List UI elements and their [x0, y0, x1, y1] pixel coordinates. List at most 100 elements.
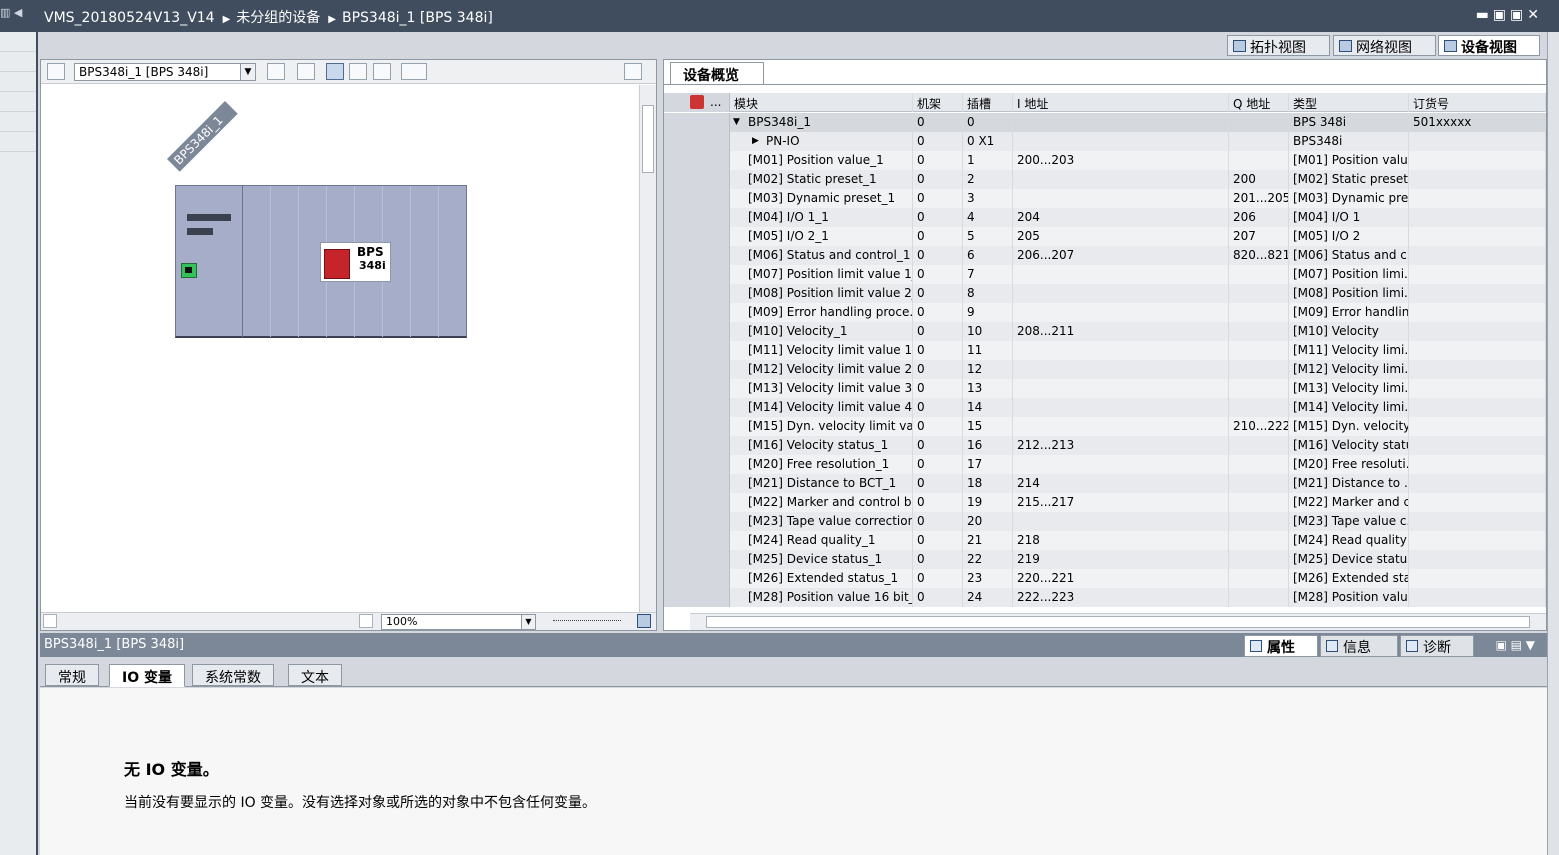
table-row[interactable]: [M11] Velocity limit value 1_1 0 11 [M11] V… — [664, 341, 1546, 360]
table-row[interactable]: [M04] I/O 1_1 0 4 204 206 [M04] I/O 1 — [664, 208, 1546, 227]
cell-type[interactable]: [M28] Position valu... — [1289, 588, 1409, 607]
col-order-number[interactable]: 订货号 — [1409, 93, 1546, 112]
cell-type[interactable]: [M04] I/O 1 — [1289, 208, 1409, 227]
cell-slot[interactable]: 6 — [963, 246, 1013, 265]
cell-slot[interactable]: 7 — [963, 265, 1013, 284]
table-row[interactable]: [M23] Tape value correction... 0 20 [M23] T… — [664, 512, 1546, 531]
cell-order-number[interactable] — [1409, 493, 1546, 512]
cell-q-address[interactable] — [1229, 379, 1289, 398]
cell-q-address[interactable]: 207 — [1229, 227, 1289, 246]
cell-rack[interactable]: 0 — [913, 588, 963, 607]
cell-q-address[interactable] — [1229, 151, 1289, 170]
cell-order-number[interactable] — [1409, 246, 1546, 265]
cell-i-address[interactable]: 208...211 — [1013, 322, 1229, 341]
scroll-right-icon[interactable] — [359, 614, 373, 628]
row-gutter[interactable] — [664, 113, 730, 132]
cell-slot[interactable]: 13 — [963, 379, 1013, 398]
table-row[interactable]: [M20] Free resolution_1 0 17 [M20] Free res… — [664, 455, 1546, 474]
cell-module[interactable]: [M26] Extended status_1 — [730, 569, 913, 588]
col-rack[interactable]: 机架 — [913, 93, 963, 112]
cell-module[interactable]: [M03] Dynamic preset_1 — [730, 189, 913, 208]
cell-i-address[interactable]: 212...213 — [1013, 436, 1229, 455]
cell-module[interactable]: [M22] Marker and control b... — [730, 493, 913, 512]
cell-rack[interactable]: 0 — [913, 455, 963, 474]
row-gutter[interactable] — [664, 227, 730, 246]
cell-order-number[interactable] — [1409, 455, 1546, 474]
cell-type[interactable]: [M15] Dyn. velocity... — [1289, 417, 1409, 436]
cell-slot[interactable]: 5 — [963, 227, 1013, 246]
cell-slot[interactable]: 1 — [963, 151, 1013, 170]
cell-q-address[interactable] — [1229, 303, 1289, 322]
table-row[interactable]: [M24] Read quality_1 0 21 218 [M24] Read qua… — [664, 531, 1546, 550]
tree-row[interactable] — [0, 132, 36, 152]
cell-q-address[interactable] — [1229, 113, 1289, 132]
cell-rack[interactable]: 0 — [913, 246, 963, 265]
table-row[interactable]: [M25] Device status_1 0 22 219 [M25] Device … — [664, 550, 1546, 569]
cell-q-address[interactable]: 200 — [1229, 170, 1289, 189]
cell-type[interactable]: [M21] Distance to ... — [1289, 474, 1409, 493]
cell-type[interactable]: [M05] I/O 2 — [1289, 227, 1409, 246]
collapse-arrow-icon[interactable]: ▼ — [733, 117, 740, 127]
cell-i-address[interactable] — [1013, 132, 1229, 151]
cell-order-number[interactable] — [1409, 265, 1546, 284]
tab-network-view[interactable]: 网络视图 — [1333, 35, 1436, 56]
tab-diagnostics[interactable]: 诊断 — [1400, 635, 1474, 657]
cell-rack[interactable]: 0 — [913, 227, 963, 246]
tree-row[interactable] — [0, 92, 36, 112]
cell-module[interactable]: [M08] Position limit value 2_1 — [730, 284, 913, 303]
breadcrumb-group[interactable]: 未分组的设备 — [236, 10, 320, 26]
cell-order-number[interactable] — [1409, 227, 1546, 246]
cell-rack[interactable]: 0 — [913, 189, 963, 208]
cell-order-number[interactable] — [1409, 531, 1546, 550]
cell-slot[interactable]: 22 — [963, 550, 1013, 569]
cell-q-address[interactable] — [1229, 550, 1289, 569]
cell-q-address[interactable] — [1229, 474, 1289, 493]
cell-module[interactable]: ▼ BPS348i_1 — [730, 113, 913, 132]
cell-i-address[interactable]: 215...217 — [1013, 493, 1229, 512]
table-row[interactable]: [M15] Dyn. velocity limit val... 0 15 210..… — [664, 417, 1546, 436]
cell-rack[interactable]: 0 — [913, 113, 963, 132]
cell-q-address[interactable] — [1229, 588, 1289, 607]
cell-module[interactable]: [M12] Velocity limit value 2_1 — [730, 360, 913, 379]
cell-module[interactable]: ▶ PN-IO — [730, 132, 913, 151]
col-module[interactable]: 模块 — [730, 93, 913, 112]
zoom-icon[interactable] — [401, 63, 427, 80]
subtab-io-tags[interactable]: IO 变量 — [109, 664, 185, 687]
cell-type[interactable]: [M01] Position value — [1289, 151, 1409, 170]
row-gutter[interactable] — [664, 265, 730, 284]
cell-slot[interactable]: 12 — [963, 360, 1013, 379]
subtab-texts[interactable]: 文本 — [288, 664, 342, 686]
col-slot[interactable]: 插槽 — [963, 93, 1013, 112]
cell-rack[interactable]: 0 — [913, 417, 963, 436]
cell-i-address[interactable] — [1013, 360, 1229, 379]
subtab-system-constants[interactable]: 系统常数 — [192, 664, 274, 686]
cell-type[interactable]: [M14] Velocity limi... — [1289, 398, 1409, 417]
cell-module[interactable]: [M09] Error handling proce... — [730, 303, 913, 322]
cell-slot[interactable]: 14 — [963, 398, 1013, 417]
cell-order-number[interactable] — [1409, 379, 1546, 398]
cell-type[interactable]: BPS 348i — [1289, 113, 1409, 132]
show-module-names-icon[interactable] — [297, 63, 315, 80]
cell-module[interactable]: [M02] Static preset_1 — [730, 170, 913, 189]
tab-topology-view[interactable]: 拓扑视图 — [1227, 35, 1330, 56]
cell-module[interactable]: [M05] I/O 2_1 — [730, 227, 913, 246]
cell-module[interactable]: [M14] Velocity limit value 4_1 — [730, 398, 913, 417]
cell-q-address[interactable] — [1229, 436, 1289, 455]
chevron-down-icon[interactable]: ▼ — [521, 615, 535, 629]
table-row[interactable]: [M02] Static preset_1 0 2 200 [M02] Static p… — [664, 170, 1546, 189]
scroll-left-icon[interactable] — [43, 614, 57, 628]
cell-rack[interactable]: 0 — [913, 398, 963, 417]
breadcrumb-device[interactable]: BPS348i_1 [BPS 348i] — [342, 10, 493, 26]
cell-type[interactable]: [M12] Velocity limi... — [1289, 360, 1409, 379]
breadcrumb-project[interactable]: VMS_20180524V13_V14 — [44, 10, 215, 26]
cell-i-address[interactable] — [1013, 170, 1229, 189]
cell-order-number[interactable] — [1409, 132, 1546, 151]
device-rack[interactable]: BPS 348i — [175, 185, 467, 338]
row-gutter[interactable] — [664, 417, 730, 436]
cell-q-address[interactable] — [1229, 132, 1289, 151]
row-gutter[interactable] — [664, 398, 730, 417]
cell-i-address[interactable] — [1013, 379, 1229, 398]
cell-slot[interactable]: 9 — [963, 303, 1013, 322]
table-row[interactable]: [M21] Distance to BCT_1 0 18 214 [M21] Dista… — [664, 474, 1546, 493]
col-q-address[interactable]: Q 地址 — [1229, 93, 1289, 112]
